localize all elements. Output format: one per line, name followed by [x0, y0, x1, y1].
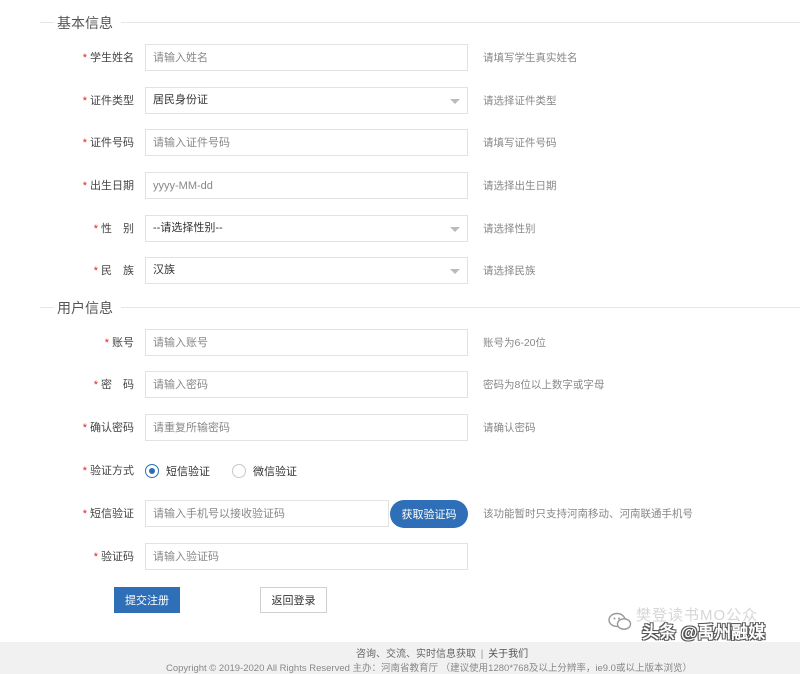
- radio-wechat-verify[interactable]: 微信验证: [232, 463, 297, 479]
- field-label: * 证件类型: [82, 95, 134, 107]
- field-hint: 请选择证件类型: [483, 95, 557, 107]
- radio-label: 短信验证: [166, 466, 210, 478]
- field-hint: 账号为6-20位: [483, 337, 547, 349]
- radio-label: 微信验证: [253, 466, 297, 478]
- section-divider: [120, 307, 800, 308]
- row-gender: * 性 别 --请选择性别-- 请选择性别: [0, 215, 800, 243]
- student-name-input[interactable]: [145, 44, 468, 71]
- ethnicity-select[interactable]: 汉族: [145, 257, 468, 284]
- field-label: * 民 族: [93, 265, 134, 277]
- verify-method-radio-group: 短信验证 微信验证: [145, 457, 319, 485]
- id-type-select[interactable]: 居民身份证: [145, 87, 468, 114]
- section-title-basic: 基本信息: [57, 13, 121, 33]
- gender-select[interactable]: --请选择性别--: [145, 215, 468, 242]
- field-label: * 账号: [104, 337, 134, 349]
- copyright-text: Copyright © 2019-2020 All Rights Reserve…: [166, 663, 692, 674]
- row-confirm-password: *确认密码 请确认密码: [0, 414, 800, 442]
- field-hint: 请填写学生真实姓名: [483, 52, 578, 64]
- select-value: 汉族: [153, 264, 175, 276]
- row-ethnicity: * 民 族 汉族 请选择民族: [0, 257, 800, 285]
- birth-date-input[interactable]: [145, 172, 468, 199]
- row-student-name: *学生姓名 请填写学生真实姓名: [0, 44, 800, 72]
- chevron-down-icon: [450, 227, 460, 232]
- submit-register-button[interactable]: 提交注册: [114, 587, 180, 613]
- footer-links: 咨询、交流、实时信息获取 | 关于我们: [356, 645, 528, 660]
- field-label: * 出生日期: [82, 180, 134, 192]
- field-label: * 确认密码: [82, 422, 134, 434]
- field-label: * 短信验证: [82, 508, 134, 520]
- select-value: 居民身份证: [153, 94, 208, 106]
- account-input[interactable]: [145, 329, 468, 356]
- row-birth-date: *出生日期 请选择出生日期: [0, 172, 800, 200]
- radio-sms-verify[interactable]: 短信验证: [145, 463, 210, 479]
- confirm-password-input[interactable]: [145, 414, 468, 441]
- page-footer: 咨询、交流、实时信息获取 | 关于我们 Copyright © 2019-202…: [0, 642, 800, 674]
- row-account: *账号 账号为6-20位: [0, 329, 800, 357]
- phone-number-input[interactable]: [145, 500, 389, 527]
- field-label: * 学生姓名: [82, 52, 134, 64]
- row-password: *密 码 密码为8位以上数字或字母: [0, 371, 800, 399]
- field-label: * 验证码: [93, 551, 134, 563]
- field-hint: 请选择出生日期: [483, 180, 557, 192]
- chevron-down-icon: [450, 269, 460, 274]
- row-verify-method: * 验证方式 短信验证 微信验证: [0, 457, 800, 485]
- footer-separator: |: [480, 649, 484, 660]
- registration-panel: 基本信息 *学生姓名 请填写学生真实姓名 *证件类型 居民身份证 请选择证件类型…: [0, 0, 800, 642]
- field-label: * 密 码: [93, 379, 134, 391]
- field-hint: 请选择性别: [483, 223, 536, 235]
- get-code-button[interactable]: 获取验证码: [390, 500, 468, 528]
- row-sms-verify: *短信验证 获取验证码 该功能暂时只支持河南移动、河南联通手机号: [0, 500, 800, 528]
- section-divider: [120, 22, 800, 23]
- row-id-type: * 证件类型 居民身份证 请选择证件类型: [0, 87, 800, 115]
- chevron-down-icon: [450, 99, 460, 104]
- id-number-input[interactable]: [145, 129, 468, 156]
- field-hint: 请确认密码: [483, 422, 536, 434]
- row-verify-code: * 验证码: [0, 543, 800, 571]
- password-input[interactable]: [145, 371, 468, 398]
- field-hint: 请选择民族: [483, 265, 536, 277]
- field-label: * 验证方式: [82, 465, 134, 477]
- radio-unchecked-icon: [232, 464, 246, 478]
- section-title-user: 用户信息: [57, 298, 121, 318]
- field-hint: 密码为8位以上数字或字母: [483, 379, 605, 391]
- field-label: * 性 别: [93, 223, 134, 235]
- field-hint: 该功能暂时只支持河南移动、河南联通手机号: [483, 508, 693, 520]
- radio-checked-icon: [145, 464, 159, 478]
- row-id-number: *证件号码 请填写证件号码: [0, 129, 800, 157]
- section-divider: [40, 307, 54, 308]
- verify-code-input[interactable]: [145, 543, 468, 570]
- footer-info-text: 咨询、交流、实时信息获取: [356, 649, 476, 660]
- select-value: --请选择性别--: [153, 222, 223, 234]
- section-divider: [40, 22, 54, 23]
- field-hint: 请填写证件号码: [483, 137, 557, 149]
- about-us-link[interactable]: 关于我们: [488, 649, 528, 660]
- field-label: * 证件号码: [82, 137, 134, 149]
- back-to-login-button[interactable]: 返回登录: [260, 587, 327, 613]
